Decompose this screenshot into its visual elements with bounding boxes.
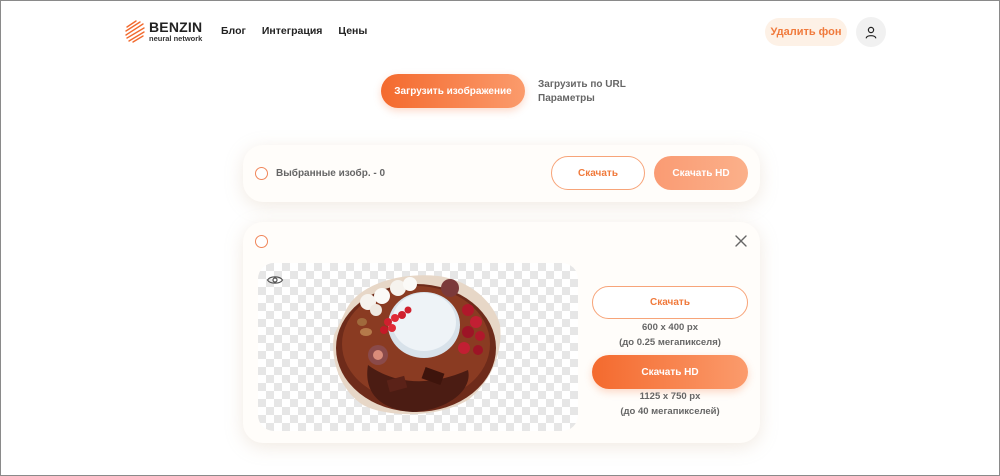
download-megapixels: (до 0.25 мегапикселя) — [619, 337, 721, 348]
download-hd-info: 1125 x 750 px (до 40 мегапикселей) — [592, 389, 748, 419]
logo-name: BENZIN — [149, 18, 203, 35]
select-all-radio[interactable] — [255, 167, 268, 180]
eye-icon[interactable] — [266, 273, 284, 287]
logo[interactable]: BENZIN neural network — [124, 19, 202, 43]
selected-count: Выбранные изобр. - 0 — [276, 168, 386, 179]
parameters-link[interactable]: Параметры — [538, 92, 626, 106]
download-button[interactable]: Скачать — [592, 286, 748, 319]
remove-background-button[interactable]: Удалить фон — [765, 18, 847, 46]
nav-pricing[interactable]: Цены — [338, 25, 367, 37]
download-info: 600 x 400 px (до 0.25 мегапикселя) — [592, 320, 748, 350]
upload-image-button[interactable]: Загрузить изображение — [381, 74, 525, 108]
result-image — [333, 275, 501, 415]
logo-icon — [125, 20, 145, 43]
download-hd-megapixels: (до 40 мегапикселей) — [620, 406, 720, 417]
user-button[interactable] — [856, 17, 886, 47]
download-hd-size: 1125 x 750 px — [639, 391, 701, 402]
download-size: 600 x 400 px — [642, 322, 698, 333]
upload-options: Загрузить по URL Параметры — [538, 78, 626, 106]
download-selected-hd-button[interactable]: Скачать HD — [654, 156, 748, 190]
upload-by-url-link[interactable]: Загрузить по URL — [538, 78, 626, 92]
close-icon[interactable] — [734, 234, 748, 248]
download-hd-button[interactable]: Скачать HD — [592, 355, 748, 389]
download-selected-button[interactable]: Скачать — [551, 156, 645, 190]
nav-blog[interactable]: Блог — [221, 25, 246, 37]
select-image-radio[interactable] — [255, 235, 268, 248]
nav-integration[interactable]: Интеграция — [262, 25, 323, 37]
logo-subtitle: neural network — [149, 33, 203, 43]
user-icon — [865, 26, 877, 39]
main-nav: Блог Интеграция Цены — [221, 25, 367, 37]
